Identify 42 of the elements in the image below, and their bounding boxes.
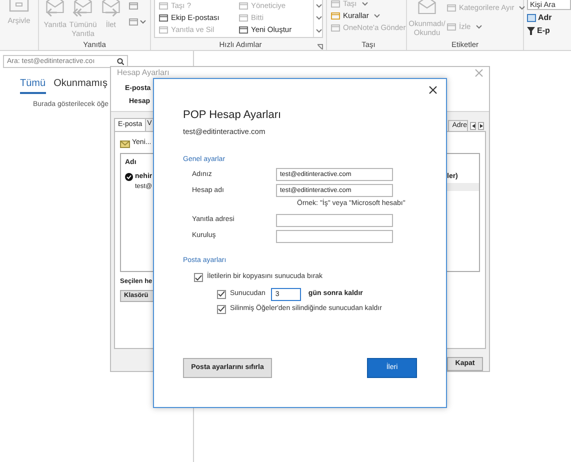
filter-icon [527, 27, 535, 35]
checkbox[interactable] [194, 273, 203, 282]
expand-icon [316, 28, 322, 33]
check-icon [195, 274, 202, 280]
quick-step-icon [159, 14, 168, 22]
address-book-icon [527, 14, 536, 22]
quick-step-icon [239, 26, 248, 34]
address-book-button[interactable]: Adr [527, 13, 552, 23]
tab-scroll-right-button[interactable] [478, 122, 484, 130]
checkbox[interactable] [217, 304, 226, 314]
quick-step-icon [239, 2, 248, 10]
dialog-launcher-icon[interactable] [316, 44, 323, 50]
scroll-down-icon [316, 16, 322, 20]
caret-icon [140, 20, 146, 24]
quick-step-icon [159, 26, 168, 34]
check-icon [218, 291, 225, 298]
text-field[interactable] [276, 230, 393, 243]
close-icon[interactable] [429, 86, 437, 94]
new-mail-icon [120, 138, 130, 148]
right-arrow-icon [480, 124, 482, 128]
menu-item-icon [331, 0, 340, 8]
dialog-title: POP Hesap Ayarları [183, 108, 282, 123]
scroll-up-icon [316, 4, 322, 8]
archive-icon [8, 0, 30, 12]
window-title: Hesap Ayarları [117, 67, 170, 80]
quick-step-icon [239, 14, 248, 22]
text-field[interactable] [276, 214, 393, 227]
filter-tab[interactable]: Tümü [20, 76, 46, 94]
gallery-scroll[interactable] [313, 0, 322, 37]
check-icon [218, 306, 225, 312]
filter-tab[interactable]: Okunmamış [54, 76, 108, 94]
left-arrow-icon [472, 124, 474, 128]
tab-scroll-left-button[interactable] [470, 122, 476, 130]
quick-step-icon [159, 2, 168, 10]
menu-item-icon [331, 24, 340, 32]
selected-row-highlight [447, 183, 479, 191]
reply-all-icon [70, 0, 95, 18]
filter-email-button[interactable]: E-p [527, 26, 550, 36]
menu-item-icon [447, 4, 456, 12]
checkbox[interactable] [217, 290, 226, 299]
menu-item-icon [447, 22, 456, 30]
menu-item-icon [331, 12, 340, 20]
